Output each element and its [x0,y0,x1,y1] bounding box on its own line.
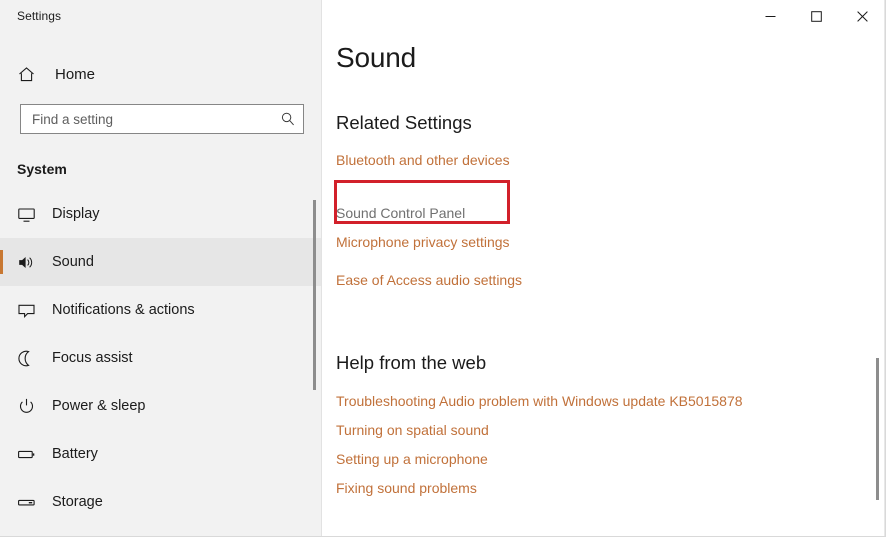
page-title: Sound [336,42,416,73]
minimize-button[interactable] [747,0,793,32]
help-link-row: Troubleshooting Audio problem with Windo… [336,393,885,422]
monitor-icon [17,205,43,224]
sidebar-item-notifications[interactable]: Notifications & actions [0,286,321,334]
sidebar-item-battery[interactable]: Battery [0,430,321,478]
sidebar-item-display-label: Display [52,206,100,222]
link-sound-control-panel[interactable]: Sound Control Panel [336,205,465,221]
link-bluetooth-and-other-devices[interactable]: Bluetooth and other devices [336,153,510,167]
link-microphone-privacy-settings[interactable]: Microphone privacy settings [336,235,510,249]
sidebar-item-home[interactable]: Home [0,54,321,94]
sidebar-item-power-sleep-label: Power & sleep [52,398,146,414]
main-scrollbar-thumb[interactable] [876,358,879,500]
related-link-row: Microphone privacy settings [336,235,885,273]
window-controls [747,0,885,32]
related-link-row: Bluetooth and other devices [336,153,885,191]
sidebar-item-sound[interactable]: Sound [0,238,321,286]
search-box[interactable] [20,104,304,134]
sidebar-item-home-label: Home [55,65,96,83]
power-icon [17,397,43,416]
speech-bubble-icon [17,301,43,320]
sidebar-item-sound-label: Sound [52,254,94,270]
help-from-web-heading: Help from the web [336,352,487,373]
window-right-edge [884,0,885,536]
help-link-row: Turning on spatial sound [336,422,885,451]
related-settings-heading: Related Settings [336,112,472,133]
search-input[interactable] [21,105,273,133]
moon-icon [17,349,43,368]
related-settings-list: Bluetooth and other devices Sound Contro… [336,153,885,311]
sidebar-category-title: System [17,161,67,177]
app-title: Settings [17,9,62,23]
battery-icon [17,445,43,464]
storage-icon [17,493,43,512]
sidebar: Settings Home System [0,0,322,536]
sidebar-item-notifications-label: Notifications & actions [52,302,195,318]
sidebar-nav: Display Sound Notifications & actions Fo… [0,190,321,526]
content-body: Sound Related Settings Bluetooth and oth… [322,0,885,509]
close-button[interactable] [839,0,885,32]
sidebar-item-battery-label: Battery [52,446,98,462]
search-icon[interactable] [273,111,303,127]
link-fixing-sound-problems[interactable]: Fixing sound problems [336,481,477,495]
link-turning-on-spatial-sound[interactable]: Turning on spatial sound [336,423,489,437]
sidebar-item-storage[interactable]: Storage [0,478,321,526]
window-titlebar-left: Settings [0,0,321,32]
sidebar-item-storage-label: Storage [52,494,103,510]
help-link-row: Setting up a microphone [336,451,885,480]
sidebar-item-focus-assist-label: Focus assist [52,350,133,366]
speaker-icon [17,253,43,272]
sidebar-item-display[interactable]: Display [0,190,321,238]
link-ease-of-access-audio-settings[interactable]: Ease of Access audio settings [336,273,522,287]
link-troubleshooting-audio-problem[interactable]: Troubleshooting Audio problem with Windo… [336,394,743,408]
related-link-row: Sound Control Panel [336,191,885,235]
sidebar-item-focus-assist[interactable]: Focus assist [0,334,321,382]
related-link-row: Ease of Access audio settings [336,273,885,311]
settings-window: Settings Home System [0,0,886,537]
home-icon [17,65,47,84]
help-link-row: Fixing sound problems [336,480,885,509]
main-content: Sound Related Settings Bluetooth and oth… [322,0,885,536]
sidebar-scrollbar-thumb[interactable] [313,200,316,390]
link-setting-up-a-microphone[interactable]: Setting up a microphone [336,452,488,466]
maximize-button[interactable] [793,0,839,32]
selection-indicator [0,250,3,274]
sidebar-item-power-sleep[interactable]: Power & sleep [0,382,321,430]
help-links-list: Troubleshooting Audio problem with Windo… [336,393,885,509]
